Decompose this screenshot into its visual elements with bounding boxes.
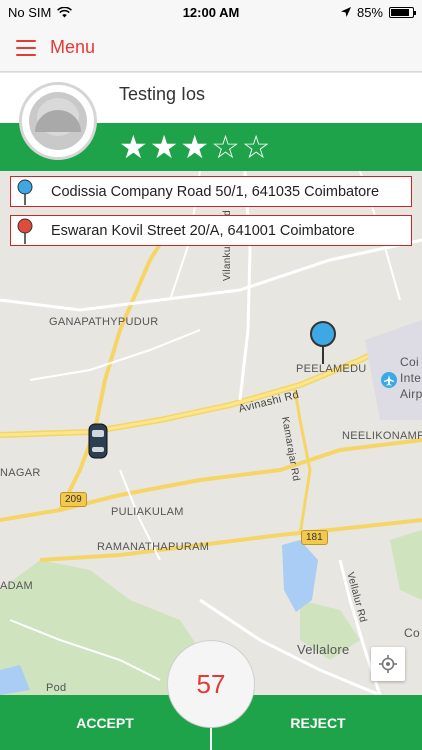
map-label-puliakulam: PULIAKULAM: [111, 506, 184, 518]
map-label-pod: Pod: [46, 682, 67, 694]
driver-name: Testing Ios: [119, 84, 206, 104]
pickup-pin-icon: [17, 179, 33, 205]
drop-address-field[interactable]: Eswaran Kovil Street 20/A, 641001 Coimba…: [10, 215, 412, 246]
battery-icon: [389, 6, 416, 18]
map-label-adam: ADAM: [0, 580, 33, 592]
accept-button[interactable]: ACCEPT: [25, 695, 185, 750]
timer-tick: [210, 728, 212, 750]
crosshair-icon: [379, 655, 397, 673]
map[interactable]: GANAPATHYPUDUR PEELAMEDU Avinashi Rd NEE…: [0, 171, 422, 695]
pickup-address-text: Codissia Company Road 50/1, 641035 Coimb…: [51, 183, 380, 200]
map-label-vellalore: Vellalore: [297, 642, 350, 657]
battery-percent: 85%: [356, 4, 383, 20]
airport-icon: [381, 372, 397, 388]
star-filled-icon: ★: [149, 129, 179, 165]
menu-button[interactable]: Menu: [50, 37, 95, 58]
star-filled-icon: ★: [180, 129, 210, 165]
map-label-neelikonampal: NEELIKONAMPAL: [342, 430, 422, 442]
map-label-nagar: NAGAR: [0, 467, 41, 479]
drop-address-text: Eswaran Kovil Street 20/A, 641001 Coimba…: [51, 222, 355, 239]
map-label-airp: Airp: [400, 387, 422, 401]
star-empty-icon: ☆: [211, 129, 240, 165]
map-label-inte: Inte: [400, 371, 422, 385]
car-icon: [88, 423, 108, 459]
nav-bar: Menu: [0, 24, 422, 72]
map-label-ganapathypudur: GANAPATHYPUDUR: [49, 316, 159, 328]
carrier-label: No SIM: [8, 4, 52, 20]
avatar-placeholder-icon: [29, 92, 87, 150]
map-label-coi: Coi: [400, 355, 419, 369]
avatar: [19, 82, 97, 160]
hamburger-menu-icon[interactable]: [16, 39, 36, 56]
star-filled-icon: ★: [119, 129, 148, 165]
location-arrow-icon: [340, 7, 351, 17]
battery-fill: [391, 8, 409, 16]
star-rating: ★ ★ ★ ☆ ☆: [119, 130, 270, 164]
wifi-icon: [57, 6, 73, 17]
star-empty-icon: ☆: [241, 129, 271, 165]
map-label-co: Co: [404, 626, 420, 640]
my-location-button[interactable]: [371, 647, 405, 681]
pickup-address-field[interactable]: Codissia Company Road 50/1, 641035 Coimb…: [10, 176, 412, 207]
status-left: No SIM: [8, 4, 73, 20]
road-badge-209: 209: [60, 492, 87, 507]
drop-pin-icon: [17, 218, 33, 244]
status-right: 85%: [340, 4, 416, 20]
road-badge-181: 181: [301, 530, 328, 545]
map-label-peelamedu: PEELAMEDU: [296, 363, 367, 375]
map-label-ramanathapuram: RAMANATHAPURAM: [97, 541, 210, 553]
reject-button[interactable]: REJECT: [238, 695, 398, 750]
status-bar: No SIM 12:00 AM 85%: [0, 0, 422, 24]
pickup-map-marker-icon: [310, 321, 336, 364]
countdown-timer: 57: [167, 640, 255, 728]
